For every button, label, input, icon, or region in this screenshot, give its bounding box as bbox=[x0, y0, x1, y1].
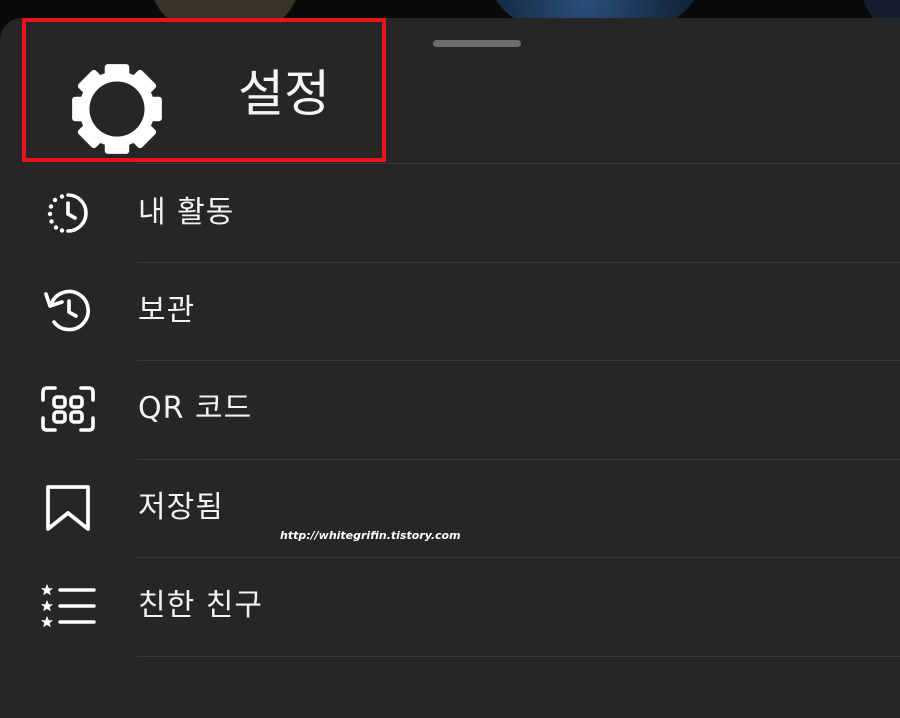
divider bbox=[137, 656, 900, 657]
menu-item-label: 친한 친구 bbox=[138, 588, 263, 623]
close-friends-list-icon bbox=[41, 584, 96, 628]
menu-item-my-activity[interactable]: 내 활동 bbox=[0, 164, 900, 262]
menu-item-label: 저장됨 bbox=[138, 490, 224, 525]
menu-item-close-friends[interactable]: 친한 친구 bbox=[0, 557, 900, 655]
menu-item-label: 보관 bbox=[138, 293, 196, 328]
menu-item-label: 내 활동 bbox=[138, 195, 235, 230]
watermark-text: http://whitegrifin.tistory.com bbox=[280, 529, 461, 542]
menu-bottom-sheet: 설정 내 활동 보관 QR 코드 저장됨 친한 친구 bbox=[0, 18, 900, 718]
qr-scan-icon bbox=[41, 386, 95, 432]
highlight-annotation-box bbox=[22, 18, 386, 162]
menu-item-label: QR 코드 bbox=[138, 391, 253, 426]
bookmark-icon bbox=[46, 485, 90, 531]
archive-history-icon bbox=[44, 289, 90, 332]
menu-item-saved[interactable]: 저장됨 bbox=[0, 459, 900, 557]
menu-item-archive[interactable]: 보관 bbox=[0, 262, 900, 360]
activity-clock-icon bbox=[47, 193, 88, 233]
menu-item-qr-code[interactable]: QR 코드 bbox=[0, 360, 900, 458]
